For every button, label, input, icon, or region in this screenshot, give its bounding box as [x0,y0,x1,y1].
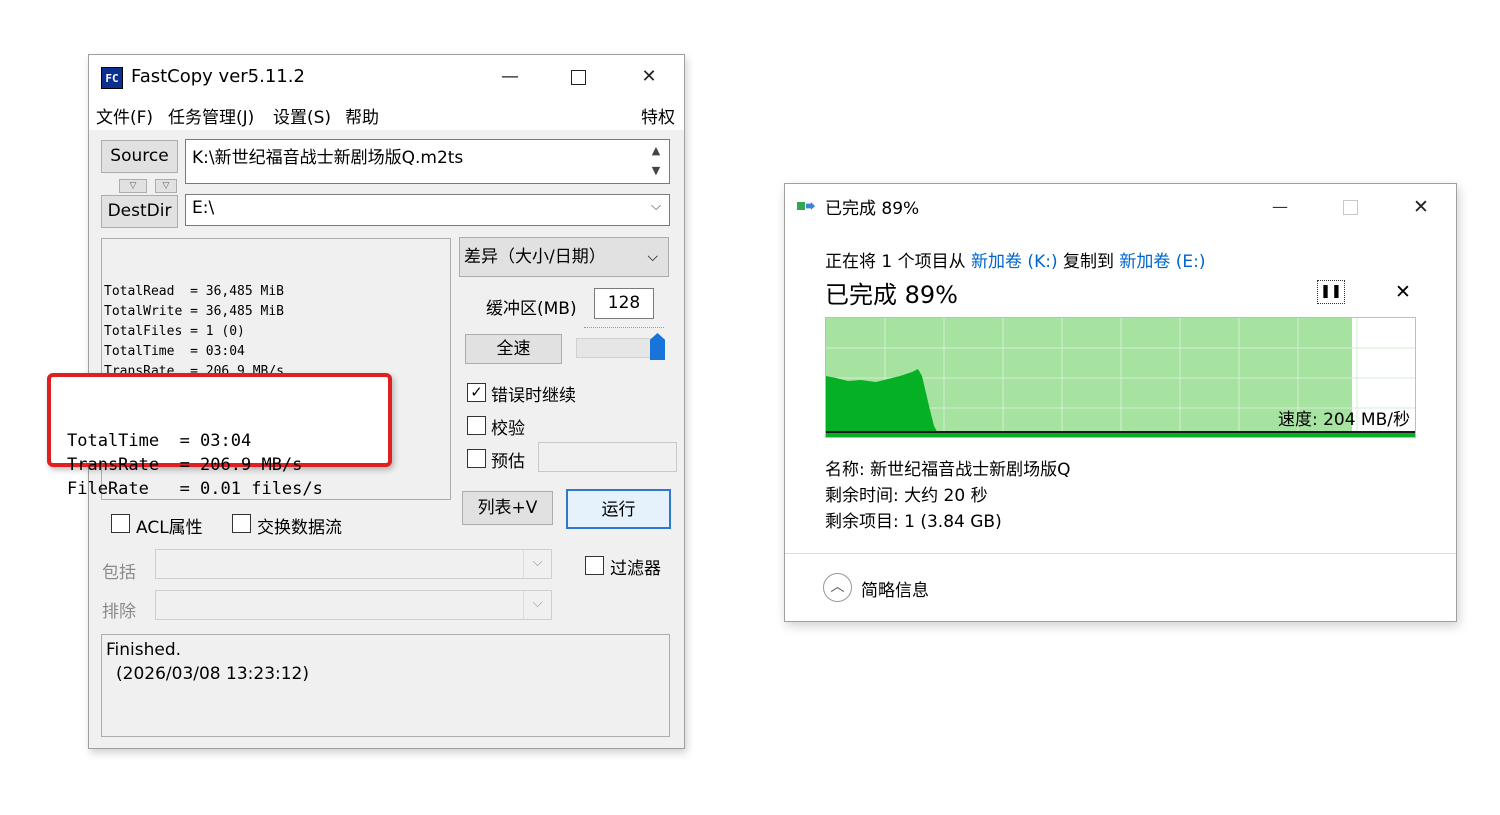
verify-checkbox[interactable] [467,416,486,435]
scroll-up-icon[interactable]: ▲ [647,141,665,161]
progress-graph: 速度: 204 MB/秒 [825,317,1416,438]
source-field[interactable]: K:\新世纪福音战士新剧场版Q.m2ts [185,139,670,184]
acl-checkbox[interactable] [111,514,130,533]
checkmark-icon: ✓ [470,383,483,401]
filter-checkbox[interactable] [585,556,604,575]
close-icon[interactable]: ✕ [1398,192,1444,222]
continue-on-error-checkbox[interactable]: ✓ [467,383,486,402]
desc-prefix: 正在将 1 个项目从 [825,252,972,272]
status-line: TotalWrite = 36,485 MiB [104,304,285,319]
speed-slider[interactable] [576,338,660,358]
source-button[interactable]: Source [101,140,178,173]
highlight-line: TotalTime = 03:04 [67,431,252,451]
time-remaining-line: 剩余时间: 大约 20 秒 [825,486,988,506]
copy-dialog-footer: ︿ 简略信息 [785,553,1456,621]
highlight-lines: TotalTime = 03:04 TransRate = 206.9 MB/s F… [67,429,388,501]
maximize-icon [1327,192,1373,222]
dest-path: E:\ [192,198,215,218]
buffer-input[interactable]: 128 [594,288,654,319]
list-button[interactable]: 列表+V [462,491,553,525]
status-line: TotalTime = 03:04 [104,344,245,359]
run-button[interactable]: 运行 [566,489,671,529]
source-path: K:\新世纪福音战士新剧场版Q.m2ts [192,148,464,168]
streams-checkbox[interactable] [232,514,251,533]
chevron-down-icon[interactable]: ⌵ [651,199,661,214]
source-scroll[interactable]: ▲ ▼ [647,141,665,181]
estimate-label: 预估 [491,452,525,472]
highlight-box: TotalTime = 03:04 TransRate = 206.9 MB/s F… [47,373,392,499]
fastcopy-title: FastCopy ver5.11.2 [131,66,305,87]
menu-settings[interactable]: 设置(S) [273,103,331,128]
menu-privilege[interactable]: 特权 [641,103,675,128]
menu-file[interactable]: 文件(F) [96,103,153,128]
copy-dialog-title: 已完成 89% [825,199,920,219]
highlight-line: TransRate = 206.9 MB/s [67,455,303,475]
acl-label: ACL属性 [136,518,203,538]
fewer-details-link[interactable]: 简略信息 [861,576,929,601]
collapse-up-icon[interactable]: ︿ [823,573,852,602]
pause-icon[interactable]: ❚❚ [1317,280,1345,304]
buffer-label: 缓冲区(MB) [486,299,577,319]
speed-label: 速度: 204 MB/秒 [1277,410,1410,430]
full-speed-button[interactable]: 全速 [465,334,562,364]
copy-dialog: 已完成 89% — ✕ 正在将 1 个项目从 新加卷 (K:) 复制到 新加卷 … [784,183,1457,622]
chevron-down-icon[interactable]: ⌵ [523,591,551,619]
mode-select[interactable]: 差异（大小/日期） ⌵ [459,237,669,277]
swap-down-icon-2[interactable]: ▽ [155,179,177,193]
continue-on-error-label: 错误时继续 [491,386,576,406]
mode-select-value: 差异（大小/日期） [464,247,606,267]
status-line: TotalFiles = 1 (0) [104,324,245,339]
filter-label: 过滤器 [610,559,661,579]
dest-drive-link[interactable]: 新加卷 (E:) [1119,252,1205,272]
items-remaining-line: 剩余项目: 1 (3.84 GB) [825,512,1002,532]
menu-help[interactable]: 帮助 [345,103,379,128]
chevron-down-icon: ⌵ [647,249,658,265]
scroll-down-icon[interactable]: ▼ [647,161,665,181]
highlight-line: FileRate = 0.01 files/s [67,479,323,499]
log-line-2: (2026/03/08 13:23:12) [116,664,310,684]
copy-description: 正在将 1 个项目从 新加卷 (K:) 复制到 新加卷 (E:) [825,247,1206,272]
fastcopy-logo-icon: FC [101,67,123,89]
include-field[interactable]: ⌵ [155,549,552,579]
menu-jobs[interactable]: 任务管理(J) [168,103,254,128]
destdir-button[interactable]: DestDir [101,195,178,228]
log-output: Finished. (2026/03/08 13:23:12) [101,634,670,737]
verify-label: 校验 [491,419,525,439]
exclude-label: 排除 [102,602,136,622]
swap-down-icon[interactable]: ▽ [119,179,147,193]
dest-field[interactable]: E:\ ⌵ [185,194,670,226]
streams-label: 交换数据流 [257,518,342,538]
exclude-field[interactable]: ⌵ [155,590,552,620]
fastcopy-menubar: 文件(F) 任务管理(J) 设置(S) 帮助 特权 [89,100,684,130]
chevron-down-icon[interactable]: ⌵ [523,550,551,578]
log-line-1: Finished. [106,640,182,660]
estimate-field [538,442,677,472]
source-drive-link[interactable]: 新加卷 (K:) [971,252,1058,272]
desc-mid: 复制到 [1057,252,1120,272]
fastcopy-titlebar: FC FastCopy ver5.11.2 — ✕ [89,55,684,100]
close-icon[interactable]: ✕ [626,61,672,93]
fastcopy-window: FC FastCopy ver5.11.2 — ✕ 文件(F) 任务管理(J) … [47,54,685,749]
minimize-icon[interactable]: — [487,61,533,93]
file-name-line: 名称: 新世纪福音战士新剧场版Q [825,460,1071,480]
estimate-checkbox[interactable] [467,449,486,468]
status-line: TotalRead = 36,485 MiB [104,284,285,299]
cancel-icon[interactable]: ✕ [1391,280,1415,304]
slider-ticks [584,327,664,333]
include-label: 包括 [102,563,136,583]
minimize-icon[interactable]: — [1257,192,1303,222]
maximize-icon[interactable] [555,61,601,93]
progress-headline: 已完成 89% [825,281,958,309]
copy-progress-icon [795,197,819,217]
